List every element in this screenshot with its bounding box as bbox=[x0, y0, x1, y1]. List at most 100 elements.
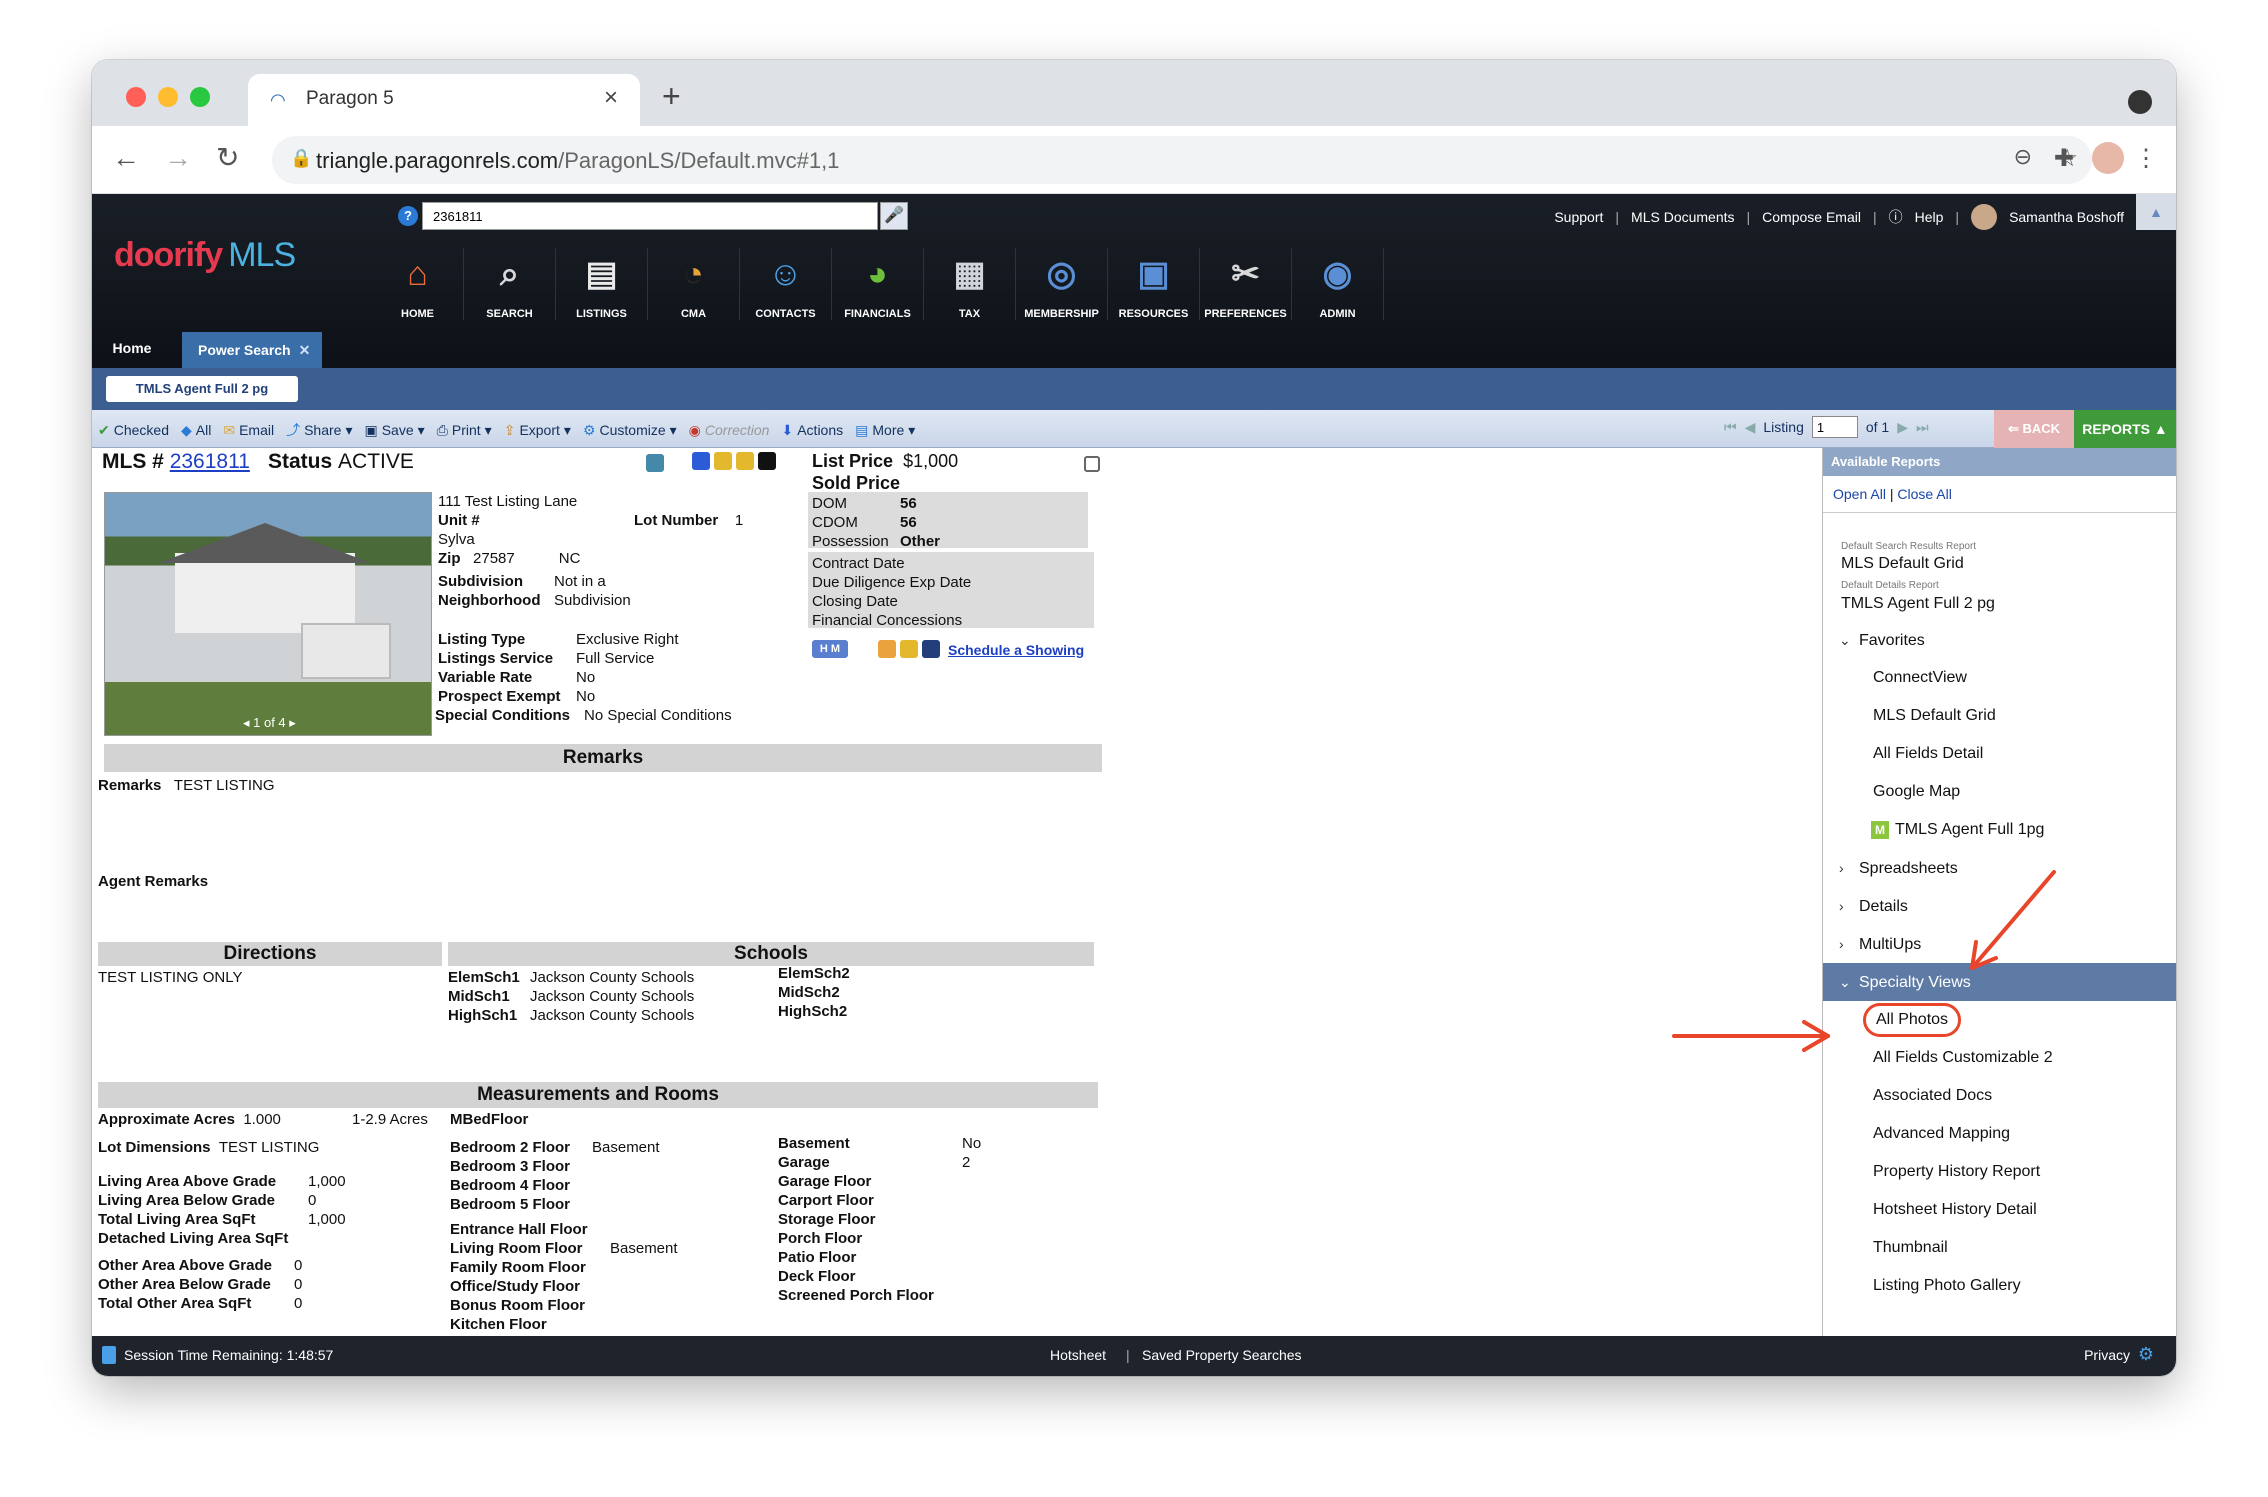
user-avatar[interactable] bbox=[1971, 204, 1998, 230]
notes-icon[interactable] bbox=[736, 452, 754, 470]
specialty-report-item[interactable]: Associated Docs bbox=[1823, 1077, 2176, 1115]
url-field[interactable]: 🔒 triangle.paragonrels.com/ParagonLS/Def… bbox=[272, 136, 2092, 184]
save-button[interactable]: ▣ Save ▾ bbox=[364, 420, 424, 440]
next-page-icon[interactable]: ▶ bbox=[1897, 419, 1908, 436]
browser-menu-icon[interactable]: ⋮ bbox=[2134, 144, 2158, 173]
user-name[interactable]: Samantha Boshoff bbox=[2009, 209, 2124, 225]
select-listing-checkbox[interactable] bbox=[1084, 456, 1100, 472]
photo-counter[interactable]: ◂ 1 of 4 ▸ bbox=[243, 715, 296, 731]
key-icon[interactable] bbox=[900, 640, 918, 658]
browser-tab[interactable]: ◠ Paragon 5 × bbox=[248, 74, 640, 126]
hotsheet-link[interactable]: Hotsheet bbox=[1050, 1347, 1106, 1363]
nav-admin[interactable]: ◉ ADMIN bbox=[1292, 248, 1384, 320]
privacy-link[interactable]: Privacy bbox=[2084, 1347, 2130, 1363]
customize-button[interactable]: ⚙ Customize ▾ bbox=[583, 420, 677, 440]
open-all-link[interactable]: Open All bbox=[1833, 486, 1886, 502]
checked-button[interactable]: ✔ Checked bbox=[98, 420, 169, 440]
reload-icon[interactable]: ↻ bbox=[216, 144, 239, 172]
close-tab-icon[interactable]: ✕ bbox=[299, 342, 311, 358]
tab-power-search[interactable]: Power Search ✕ bbox=[182, 332, 322, 368]
specialty-report-item[interactable]: Property History Report bbox=[1823, 1153, 2176, 1191]
tab-close-icon[interactable]: × bbox=[604, 84, 618, 112]
back-arrow-icon[interactable]: ← bbox=[112, 144, 140, 172]
tab-search-button[interactable] bbox=[2128, 90, 2152, 114]
saved-searches-link[interactable]: Saved Property Searches bbox=[1142, 1347, 1302, 1363]
nav-financials[interactable]: ◕ FINANCIALS bbox=[832, 248, 924, 320]
schedule-showing-link[interactable]: Schedule a Showing bbox=[948, 641, 1084, 660]
nav-tax[interactable]: ▦ TAX bbox=[924, 248, 1016, 320]
mls-documents-link[interactable]: MLS Documents bbox=[1631, 209, 1734, 225]
specialty-views-group[interactable]: ⌄ Specialty Views bbox=[1823, 963, 2176, 1001]
camera-icon[interactable] bbox=[758, 452, 776, 470]
spreadsheets-group[interactable]: › Spreadsheets bbox=[1823, 849, 2176, 887]
nav-resources[interactable]: ▣ RESOURCES bbox=[1108, 248, 1200, 320]
favorites-group[interactable]: ⌄ Favorites bbox=[1823, 621, 2176, 659]
showing-icon[interactable] bbox=[878, 640, 896, 658]
favorite-report-item[interactable]: All Fields Detail bbox=[1823, 735, 2176, 773]
settings-gear-icon[interactable]: ⚙ bbox=[2138, 1344, 2154, 1365]
edit-icon[interactable] bbox=[692, 452, 710, 470]
support-link[interactable]: Support bbox=[1554, 209, 1603, 225]
help-icon[interactable]: ⓘ bbox=[1889, 207, 1903, 227]
lockbox-icon[interactable] bbox=[714, 452, 732, 470]
specialty-report-item[interactable]: Hotsheet History Detail bbox=[1823, 1191, 2176, 1229]
favorite-report-item[interactable]: M TMLS Agent Full 1pg bbox=[1823, 811, 2176, 849]
first-page-icon[interactable]: ⏮ bbox=[1724, 419, 1737, 436]
nav-search[interactable]: ⌕ SEARCH bbox=[464, 248, 556, 320]
close-window-button[interactable] bbox=[126, 87, 146, 107]
email-button[interactable]: ✉ Email bbox=[223, 420, 274, 440]
forward-arrow-icon[interactable]: → bbox=[164, 144, 192, 172]
extensions-icon[interactable]: ✚ bbox=[2054, 144, 2074, 173]
map-icon[interactable] bbox=[646, 454, 664, 472]
listing-photo[interactable]: ◂ 1 of 4 ▸ bbox=[104, 492, 432, 736]
correction-button[interactable]: ◉ Correction bbox=[689, 420, 770, 440]
reports-button[interactable]: REPORTS ▲ bbox=[2074, 410, 2176, 448]
nav-listings[interactable]: ▤ LISTINGS bbox=[556, 248, 648, 320]
export-button[interactable]: ⇪ Export ▾ bbox=[504, 420, 571, 440]
profile-avatar[interactable] bbox=[2092, 142, 2124, 174]
multiups-group[interactable]: › MultiUps bbox=[1823, 925, 2176, 963]
print-button[interactable]: ⎙ Print ▾ bbox=[437, 420, 492, 440]
listing-number-input[interactable] bbox=[1811, 416, 1858, 438]
last-page-icon[interactable]: ⏭ bbox=[1916, 419, 1929, 436]
specialty-report-item[interactable]: Thumbnail bbox=[1823, 1229, 2176, 1267]
zoom-icon[interactable]: ⊖ bbox=[2014, 144, 2032, 170]
details-group[interactable]: › Details bbox=[1823, 887, 2176, 925]
prev-page-icon[interactable]: ◀ bbox=[1745, 419, 1756, 436]
default-search-report[interactable]: MLS Default Grid bbox=[1823, 552, 2176, 580]
close-all-link[interactable]: Close All bbox=[1897, 486, 1951, 502]
subtab-tmls-agent-full[interactable]: TMLS Agent Full 2 pg bbox=[106, 376, 298, 402]
minimize-window-button[interactable] bbox=[158, 87, 178, 107]
favorite-report-item[interactable]: MLS Default Grid bbox=[1823, 697, 2176, 735]
mls-number-link[interactable]: 2361811 bbox=[170, 450, 250, 473]
new-tab-button[interactable]: + bbox=[662, 80, 681, 112]
favorite-report-item[interactable]: ConnectView bbox=[1823, 659, 2176, 697]
quick-search-help-icon[interactable]: ? bbox=[398, 206, 418, 226]
doorify-logo[interactable]: doorify MLS bbox=[114, 236, 296, 275]
microphone-icon[interactable]: 🎤 bbox=[880, 202, 908, 230]
quick-search-input[interactable] bbox=[423, 203, 877, 229]
nav-contacts[interactable]: ☺ CONTACTS bbox=[740, 248, 832, 320]
nav-cma[interactable]: ◔ CMA bbox=[648, 248, 740, 320]
hm-icon[interactable]: H M bbox=[812, 640, 848, 658]
share-button[interactable]: ⤴ Share ▾ bbox=[286, 420, 352, 440]
tab-home[interactable]: Home bbox=[92, 328, 172, 368]
actions-button[interactable]: ⬇ Actions bbox=[781, 420, 843, 440]
nav-preferences[interactable]: ✂ PREFERENCES bbox=[1200, 248, 1292, 320]
specialty-report-item[interactable]: Advanced Mapping bbox=[1823, 1115, 2176, 1153]
maximize-window-button[interactable] bbox=[190, 87, 210, 107]
more-button[interactable]: ▤ More ▾ bbox=[855, 420, 915, 440]
all-button[interactable]: ◆ All bbox=[181, 420, 211, 440]
specialty-report-item[interactable]: All Fields Customizable 2 bbox=[1823, 1039, 2176, 1077]
specialty-report-item[interactable]: Listing Photo Gallery bbox=[1823, 1267, 2176, 1305]
favorite-report-item[interactable]: Google Map bbox=[1823, 773, 2176, 811]
compose-email-link[interactable]: Compose Email bbox=[1762, 209, 1861, 225]
nav-membership[interactable]: ◎ MEMBERSHIP bbox=[1016, 248, 1108, 320]
help-link[interactable]: Help bbox=[1915, 209, 1944, 225]
all-photos-report[interactable]: All Photos bbox=[1823, 1001, 2176, 1039]
calendar-icon[interactable] bbox=[922, 640, 940, 658]
quick-search-field[interactable] bbox=[422, 202, 878, 230]
default-details-report[interactable]: TMLS Agent Full 2 pg bbox=[1823, 591, 2176, 621]
nav-home[interactable]: ⌂ HOME bbox=[372, 248, 464, 320]
back-button[interactable]: ⇐ BACK bbox=[1994, 410, 2074, 448]
